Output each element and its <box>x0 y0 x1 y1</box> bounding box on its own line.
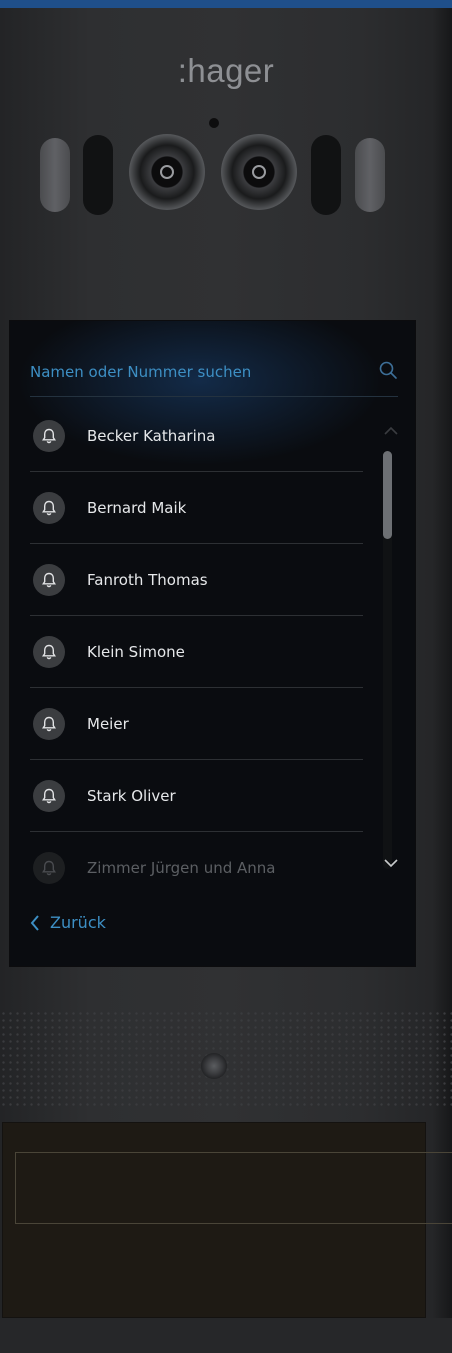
back-label: Zurück <box>50 913 106 932</box>
bell-icon <box>33 635 65 668</box>
light-bar-right <box>355 138 385 212</box>
brand-logo: :hager <box>177 52 275 89</box>
contact-list: Becker Katharina Bernard Maik Fanroth Th… <box>30 400 363 903</box>
scrollbar[interactable] <box>383 451 392 869</box>
sensor-left <box>83 135 113 215</box>
chevron-up-icon[interactable] <box>384 426 398 435</box>
search-icon[interactable] <box>378 360 398 384</box>
camera-lens-right <box>221 134 297 210</box>
search-bar[interactable]: Namen oder Nummer suchen <box>30 348 398 397</box>
top-band <box>0 0 452 8</box>
lens-center-icon <box>160 165 174 179</box>
scrollbar-thumb[interactable] <box>383 451 392 539</box>
intercom-panel: :hager Namen oder Nummer suchen Becker K… <box>0 0 452 1353</box>
contact-name: Zimmer Jürgen und Anna <box>87 858 276 877</box>
touch-screen: Namen oder Nummer suchen Becker Katharin… <box>10 321 415 966</box>
contact-name: Klein Simone <box>87 642 185 661</box>
light-bar-left <box>40 138 70 212</box>
contact-name: Becker Katharina <box>87 426 216 445</box>
nameplate <box>2 1122 452 1318</box>
contact-row[interactable]: Meier <box>30 688 363 760</box>
contact-row[interactable]: Becker Katharina <box>30 400 363 472</box>
chevron-down-icon[interactable] <box>384 859 398 868</box>
chevron-left-icon <box>30 914 39 931</box>
lens-center-icon <box>252 165 266 179</box>
bell-icon <box>33 851 65 884</box>
contact-name: Meier <box>87 714 129 733</box>
camera-lens-left <box>129 134 205 210</box>
contact-name: Bernard Maik <box>87 498 187 517</box>
bell-icon <box>33 779 65 812</box>
contact-name: Fanroth Thomas <box>87 570 208 589</box>
microphone-hole <box>209 118 219 128</box>
contact-row[interactable]: Bernard Maik <box>30 472 363 544</box>
contact-row[interactable]: Fanroth Thomas <box>30 544 363 616</box>
nameplate-frame <box>15 1152 452 1224</box>
sensor-right <box>311 135 341 215</box>
panel-bottom <box>0 1318 452 1353</box>
back-button[interactable]: Zurück <box>30 913 106 932</box>
proximity-sensor <box>201 1053 227 1079</box>
contact-row[interactable]: Klein Simone <box>30 616 363 688</box>
bell-icon <box>33 563 65 596</box>
bell-icon <box>33 707 65 740</box>
contact-row[interactable]: Zimmer Jürgen und Anna <box>30 832 363 903</box>
bell-icon <box>33 419 65 452</box>
bell-icon <box>33 491 65 524</box>
contact-row[interactable]: Stark Oliver <box>30 760 363 832</box>
contact-name: Stark Oliver <box>87 786 176 805</box>
search-input[interactable]: Namen oder Nummer suchen <box>30 363 251 381</box>
